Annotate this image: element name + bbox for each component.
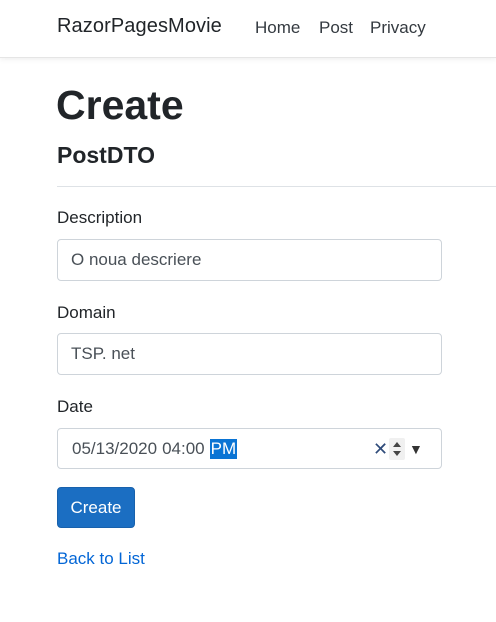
ampm-segment[interactable]: PM [209,439,238,459]
create-button[interactable]: Create [57,487,135,528]
nav-link-home[interactable]: Home [255,18,300,38]
page-subtitle: PostDTO [57,142,155,168]
description-label: Description [57,208,143,227]
page-title: Create [56,82,184,128]
time-segment[interactable]: 04:00 [162,439,205,459]
top-navbar: RazorPagesMovie Home Post Privacy [0,0,496,58]
domain-label: Domain [57,303,116,322]
domain-input[interactable] [57,333,442,375]
back-to-list-link[interactable]: Back to List [57,549,145,569]
dropdown-icon[interactable]: ▼ [409,440,423,458]
date-segment[interactable]: 05/13/2020 [72,439,157,459]
spin-icon[interactable] [389,438,405,460]
date-value[interactable]: 05/13/2020 04:00 PM [72,439,238,459]
divider [57,186,496,187]
clear-icon[interactable]: ✕ [373,440,388,458]
date-input[interactable]: 05/13/2020 04:00 PM ✕ ▼ [57,428,442,469]
date-label: Date [57,397,93,416]
nav-link-post[interactable]: Post [319,18,353,38]
brand-link[interactable]: RazorPagesMovie [57,15,222,38]
nav-link-privacy[interactable]: Privacy [370,18,426,38]
description-input[interactable] [57,239,442,281]
